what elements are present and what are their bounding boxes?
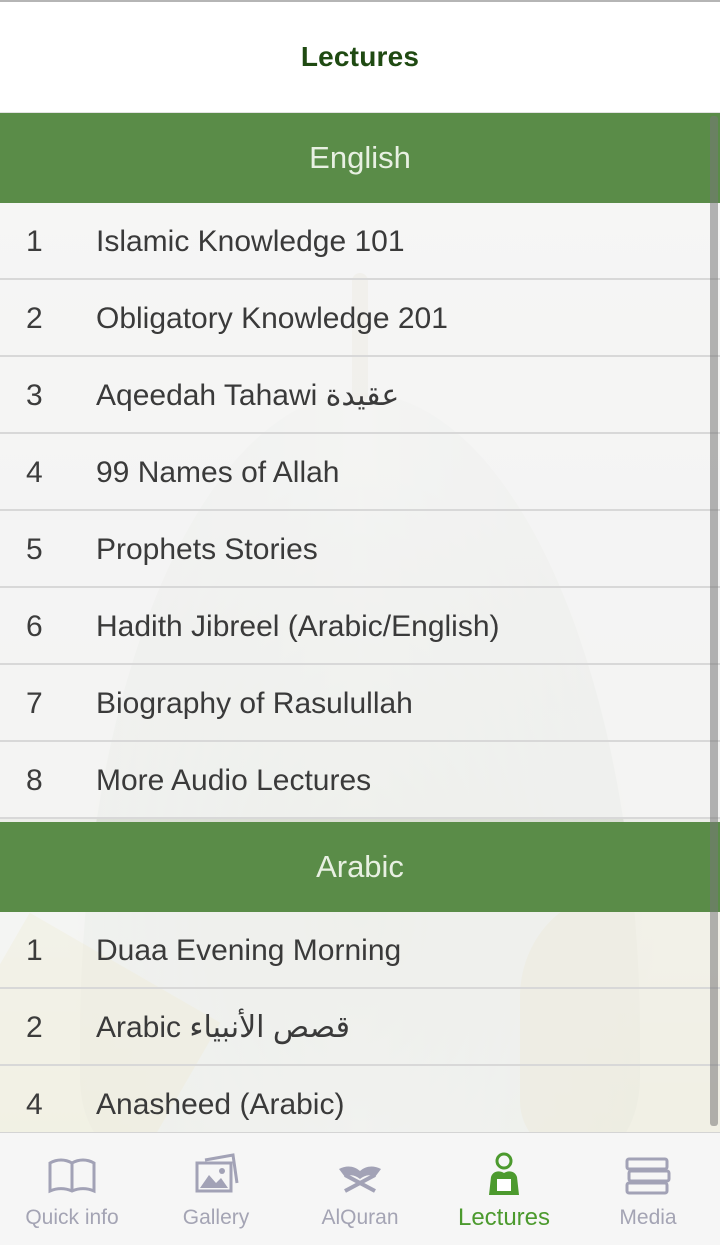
list-item[interactable]: 8 More Audio Lectures <box>0 742 720 819</box>
list-item[interactable]: 1 Islamic Knowledge 101 <box>0 203 720 280</box>
item-number: 2 <box>26 1011 43 1044</box>
list-item[interactable]: 2 Arabic قصص الأنبياء <box>0 989 720 1066</box>
item-label: 99 Names of Allah <box>96 456 340 489</box>
list-item[interactable]: 7 Biography of Rasulullah <box>0 665 720 742</box>
item-label: Biography of Rasulullah <box>96 687 413 720</box>
tab-label: Quick info <box>25 1206 119 1229</box>
list-item[interactable]: 4 99 Names of Allah <box>0 434 720 511</box>
item-number: 1 <box>26 225 43 258</box>
item-number: 8 <box>26 764 43 797</box>
quran-icon <box>339 1166 381 1193</box>
item-number: 6 <box>26 610 43 643</box>
section-header-english: English <box>0 113 720 203</box>
book-icon <box>48 1158 96 1194</box>
item-number: 7 <box>26 687 43 720</box>
list-item[interactable]: 3 Aqeedah Tahawi عقيدة <box>0 357 720 434</box>
item-label: Duaa Evening Morning <box>96 934 402 967</box>
list-item[interactable]: 1 Duaa Evening Morning <box>0 912 720 989</box>
tab-label: Gallery <box>182 1206 250 1229</box>
item-label: Aqeedah Tahawi عقيدة <box>96 379 400 412</box>
item-label: Anasheed (Arabic) <box>96 1088 345 1121</box>
list-item[interactable]: 5 Prophets Stories <box>0 511 720 588</box>
item-label: Arabic قصص الأنبياء <box>96 1011 350 1044</box>
item-number: 4 <box>26 1088 43 1121</box>
tab-label: AlQuran <box>321 1206 399 1229</box>
app-header: Lectures <box>0 2 720 113</box>
reader-icon <box>489 1152 519 1195</box>
item-number: 4 <box>26 456 43 489</box>
tab-lectures[interactable]: Lectures <box>432 1133 576 1245</box>
list-item[interactable]: 4 Anasheed (Arabic) <box>0 1066 720 1132</box>
list-item[interactable]: 2 Obligatory Knowledge 201 <box>0 280 720 357</box>
section-header-arabic: Arabic <box>0 822 720 912</box>
tab-quick-info[interactable]: Quick info <box>0 1133 144 1245</box>
tab-media[interactable]: Media <box>576 1133 720 1245</box>
item-number: 5 <box>26 533 43 566</box>
scrollbar[interactable] <box>710 116 718 1126</box>
bottom-tab-bar: Quick info Gallery AlQuran Lectures Medi… <box>0 1132 720 1245</box>
item-label: More Audio Lectures <box>96 764 372 797</box>
lectures-list[interactable]: English 1 Islamic Knowledge 101 2 Obliga… <box>0 113 720 1132</box>
tab-alquran[interactable]: AlQuran <box>288 1133 432 1245</box>
item-number: 1 <box>26 934 43 967</box>
section-title: English <box>309 140 411 175</box>
item-number: 2 <box>26 302 43 335</box>
item-label: Islamic Knowledge 101 <box>96 225 405 258</box>
tab-gallery[interactable]: Gallery <box>144 1133 288 1245</box>
tab-label: Lectures <box>457 1204 551 1231</box>
item-number: 3 <box>26 379 43 412</box>
books-stack-icon <box>625 1157 671 1195</box>
page-title: Lectures <box>300 41 420 72</box>
gallery-icon <box>195 1153 239 1193</box>
tab-label: Media <box>619 1206 677 1229</box>
section-title: Arabic <box>316 849 404 884</box>
item-label: Hadith Jibreel (Arabic/English) <box>96 610 500 643</box>
item-label: Obligatory Knowledge 201 <box>96 302 448 335</box>
item-label: Prophets Stories <box>96 533 318 566</box>
list-item[interactable]: 6 Hadith Jibreel (Arabic/English) <box>0 588 720 665</box>
